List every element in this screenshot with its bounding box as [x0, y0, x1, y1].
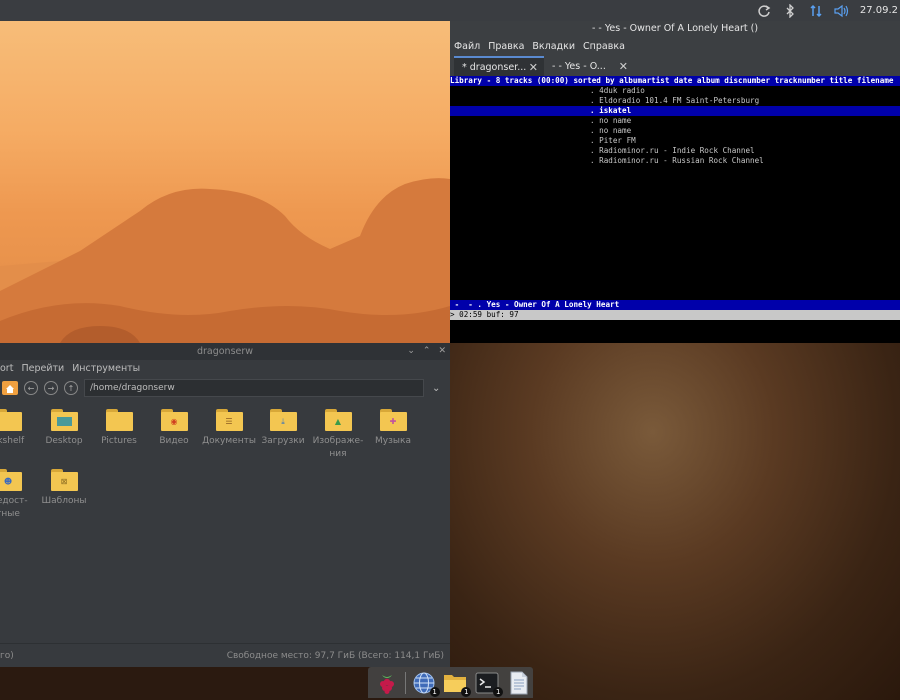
tab-label: * dragonser...: [462, 61, 527, 73]
terminal-screen[interactable]: Library - 8 tracks (00:00) sorted by alb…: [450, 76, 900, 320]
folder-label: Desktop: [45, 436, 83, 446]
wallpaper-desert: [450, 343, 900, 700]
folder-public[interactable]: ☻ щедост- тные: [0, 469, 36, 521]
file-manager-titlebar[interactable]: dragonserw ⌄ ⌃ ✕: [0, 343, 450, 360]
tab-label: - - Yes - O...: [552, 60, 606, 72]
templates-folder-icon: ⊠: [50, 469, 78, 491]
back-icon[interactable]: ←: [24, 381, 38, 395]
desktop-folder-icon: [50, 409, 78, 431]
terminal-titlebar[interactable]: - - Yes - Owner Of A Lonely Heart (): [450, 21, 900, 37]
public-folder-icon: ☻: [0, 469, 22, 491]
wallpaper-sunset: [0, 21, 450, 343]
file-manager-statusbar: го) Свободное место: 97,7 ГиБ (Всего: 11…: [0, 643, 450, 667]
folder-label: Pictures: [101, 436, 137, 446]
folder-bookshelf[interactable]: okshelf: [0, 409, 36, 448]
path-input[interactable]: /home/dragonserw: [84, 379, 424, 397]
file-view: okshelf Desktop Pictures ◉ Видео ☰ Докум…: [0, 405, 450, 645]
sync-icon[interactable]: [756, 3, 772, 19]
chevron-down-icon[interactable]: ⌄: [432, 383, 440, 394]
status-line: > 02:59 buf: 97: [450, 310, 900, 320]
folder-templates[interactable]: ⊠ Шаблоны: [36, 469, 92, 508]
menu-tabs[interactable]: Вкладки: [532, 41, 575, 52]
file-manager-menubar: ort Перейти Инструменты: [0, 360, 450, 376]
folder-label: Загрузки: [261, 436, 305, 446]
menu-edit[interactable]: Правка: [488, 41, 524, 52]
folder-label: Шаблоны: [41, 496, 87, 506]
clock[interactable]: 27.09.2: [860, 5, 898, 16]
close-icon[interactable]: ✕: [619, 60, 628, 73]
raspberry-menu-icon[interactable]: [373, 670, 401, 696]
network-icon[interactable]: [808, 3, 824, 19]
terminal-tab-1[interactable]: * dragonser... ✕: [454, 56, 544, 76]
folder-icon: [0, 409, 22, 431]
folder-images[interactable]: ▲ Изображе- ния: [310, 409, 366, 461]
home-icon[interactable]: [2, 381, 18, 395]
menu-sort[interactable]: ort: [0, 363, 13, 374]
folder-documents[interactable]: ☰ Документы: [201, 409, 257, 448]
maximize-icon[interactable]: ⌃: [423, 343, 431, 360]
forward-icon[interactable]: →: [44, 381, 58, 395]
track-row[interactable]: . Radiominor.ru - Russian Rock Channel: [450, 156, 900, 166]
window-title: dragonserw: [196, 346, 254, 357]
folder-label: Видео: [159, 436, 189, 446]
terminal-tabbar: * dragonser... ✕ - - Yes - O... ✕: [450, 56, 900, 76]
folder-label: Изображе- ния: [312, 436, 364, 459]
minimize-icon[interactable]: ⌄: [407, 343, 415, 360]
close-icon[interactable]: ✕: [438, 343, 446, 360]
downloads-folder-icon: ⤓: [269, 409, 297, 431]
window-controls: ⌄ ⌃ ✕: [407, 343, 446, 360]
menu-go[interactable]: Перейти: [21, 363, 64, 374]
free-space-label: Свободное место: 97,7 ГиБ (Всего: 114,1 …: [226, 650, 444, 661]
library-header: Library - 8 tracks (00:00) sorted by alb…: [450, 76, 900, 86]
track-row[interactable]: . no name: [450, 126, 900, 136]
folder-icon: [105, 409, 133, 431]
images-folder-icon: ▲: [324, 409, 352, 431]
bluetooth-icon[interactable]: [782, 3, 798, 19]
track-row[interactable]: . Eldoradio 101.4 FM Saint-Petersburg: [450, 96, 900, 106]
music-folder-icon: ✚: [379, 409, 407, 431]
menu-file[interactable]: Файл: [454, 41, 480, 52]
now-playing-bar: - - . Yes - Owner Of A Lonely Heart: [450, 300, 900, 310]
dock-separator: [404, 671, 406, 694]
documents-folder-icon: ☰: [215, 409, 243, 431]
terminal-icon[interactable]: 1: [473, 670, 504, 697]
top-panel: 27.09.2: [0, 0, 900, 21]
volume-icon[interactable]: [834, 3, 850, 19]
folder-pictures[interactable]: Pictures: [91, 409, 147, 448]
folder-label: щедост- тные: [0, 496, 28, 519]
folder-desktop[interactable]: Desktop: [36, 409, 92, 448]
terminal-tab-2[interactable]: - - Yes - O... ✕: [544, 56, 634, 76]
close-icon[interactable]: ✕: [529, 61, 538, 74]
menu-help[interactable]: Справка: [583, 41, 625, 52]
track-row[interactable]: . Piter FM: [450, 136, 900, 146]
window-count-badge: 1: [429, 686, 440, 697]
file-manager-icon[interactable]: 1: [442, 670, 472, 697]
folder-label: okshelf: [0, 436, 25, 446]
track-row-selected[interactable]: . iskatel: [450, 106, 900, 116]
system-tray: 27.09.2: [756, 0, 900, 21]
terminal-window: - - Yes - Owner Of A Lonely Heart () Фай…: [450, 21, 900, 343]
status-left: го): [0, 650, 14, 661]
track-row[interactable]: . 4duk radio: [450, 86, 900, 96]
folder-video[interactable]: ◉ Видео: [146, 409, 202, 448]
folder-downloads[interactable]: ⤓ Загрузки: [255, 409, 311, 448]
video-folder-icon: ◉: [160, 409, 188, 431]
track-row[interactable]: . Radiominor.ru - Indie Rock Channel: [450, 146, 900, 156]
up-icon[interactable]: ↑: [64, 381, 78, 395]
folder-label: Музыка: [375, 436, 411, 446]
browser-icon[interactable]: 1: [410, 670, 440, 697]
menu-tools[interactable]: Инструменты: [72, 363, 140, 374]
text-editor-icon[interactable]: [505, 670, 533, 696]
folder-music[interactable]: ✚ Музыка: [365, 409, 421, 448]
window-count-badge: 1: [493, 686, 504, 697]
file-manager-window: dragonserw ⌄ ⌃ ✕ ort Перейти Инструменты…: [0, 343, 450, 667]
file-manager-toolbar: ← → ↑ /home/dragonserw ⌄: [0, 376, 450, 400]
terminal-menubar: Файл Правка Вкладки Справка: [450, 37, 900, 56]
folder-label: Документы: [202, 436, 256, 446]
track-row[interactable]: . no name: [450, 116, 900, 126]
window-count-badge: 1: [461, 686, 472, 697]
dock: 1 1 1: [368, 667, 533, 698]
